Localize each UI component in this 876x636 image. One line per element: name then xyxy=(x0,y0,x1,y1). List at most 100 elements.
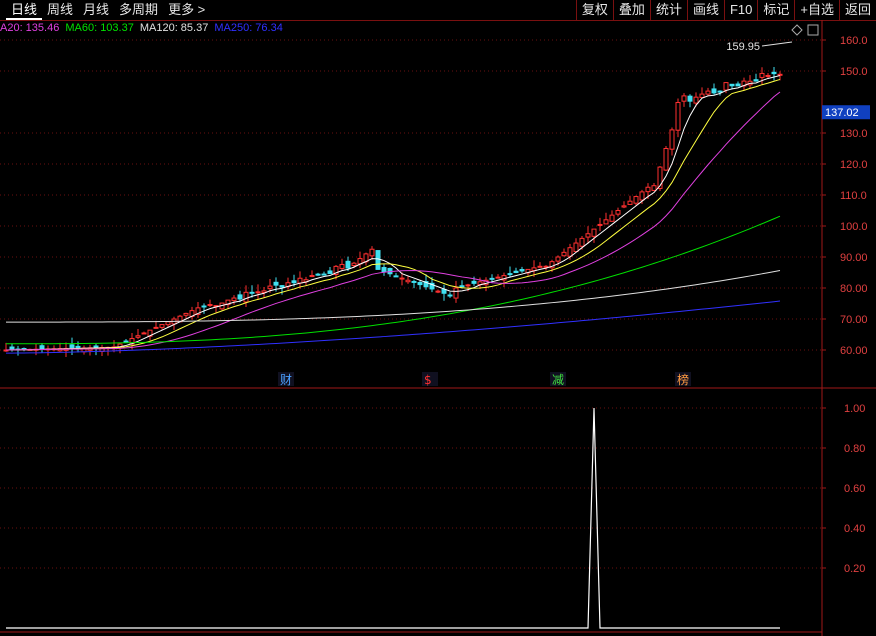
candle-body xyxy=(729,83,735,87)
candle-body xyxy=(339,263,345,269)
candle-body xyxy=(237,294,243,300)
candle-body xyxy=(561,251,567,257)
candle-body xyxy=(597,223,603,226)
candle-body xyxy=(669,129,675,150)
candle-body xyxy=(687,95,693,102)
candle-body xyxy=(717,90,723,93)
candle-body xyxy=(267,285,273,290)
candle-body xyxy=(543,265,549,268)
candle-body xyxy=(39,345,45,350)
candle-body xyxy=(609,214,615,222)
candle-body xyxy=(711,88,717,94)
candle-body xyxy=(93,345,99,349)
candle-body xyxy=(771,71,777,75)
price-tick-label: 80.00 xyxy=(840,283,868,295)
candle-body xyxy=(255,291,261,294)
event-marker-0: 财 xyxy=(280,373,292,387)
candle-body xyxy=(321,273,327,276)
candle-body xyxy=(417,281,423,286)
candle-body xyxy=(153,326,159,329)
ma120-line xyxy=(6,270,781,323)
candle-body xyxy=(585,233,591,238)
price-tick-label: 110.0 xyxy=(840,190,867,202)
candle-body xyxy=(471,280,477,284)
candle-body xyxy=(381,267,387,273)
diamond-icon xyxy=(791,24,803,36)
candle-body xyxy=(183,312,189,316)
high-price-label: 159.95 xyxy=(726,41,760,53)
candle-body xyxy=(693,96,699,104)
candle-body xyxy=(621,205,627,208)
candle-body xyxy=(141,332,147,335)
event-marker-2: 减 xyxy=(552,373,564,387)
candle-body xyxy=(735,83,741,87)
candle-body xyxy=(69,344,75,349)
candle-body xyxy=(435,290,441,293)
candle-body xyxy=(639,191,645,201)
ma5-line xyxy=(5,75,781,351)
candle-body xyxy=(393,275,399,278)
candle-body xyxy=(759,72,765,78)
candle-body xyxy=(273,281,279,286)
indicator-tick-label: 0.60 xyxy=(844,483,865,495)
price-tick-label: 90.00 xyxy=(840,252,868,264)
candle-body xyxy=(123,340,129,343)
price-tick-label: 70.00 xyxy=(840,314,868,326)
candle-body xyxy=(705,90,711,95)
candle-body xyxy=(249,291,255,294)
candle-body xyxy=(681,95,687,102)
candle-body xyxy=(135,335,141,338)
candle-body xyxy=(75,345,81,349)
candle-body xyxy=(777,73,783,76)
candle-body xyxy=(309,275,315,278)
candle-body xyxy=(753,79,759,82)
ma10-line xyxy=(5,78,781,351)
candle-body xyxy=(603,219,609,225)
candle-body xyxy=(447,294,453,297)
indicator-tick-label: 1.00 xyxy=(844,403,865,415)
event-marker-1: $ xyxy=(424,373,432,387)
candle-body xyxy=(369,248,375,257)
indicator-tick-label: 0.80 xyxy=(844,443,865,455)
candle-body xyxy=(573,242,579,253)
price-tick-label: 160.0 xyxy=(840,35,868,47)
price-tick-label: 100.0 xyxy=(840,221,868,233)
candle-body xyxy=(651,185,657,191)
candle-body xyxy=(645,186,651,193)
candle-body xyxy=(315,273,321,276)
indicator-tick-label: 0.40 xyxy=(844,523,865,535)
candle-body xyxy=(495,276,501,279)
ma20-line xyxy=(5,91,781,351)
candle-body xyxy=(459,285,465,288)
kline-chart[interactable]: 160.0 150.0 130.0 120.0 110.0 100.0 90.00 80.00… xyxy=(0,0,876,636)
price-tick-label: 120.0 xyxy=(840,159,868,171)
candle-body xyxy=(291,280,297,284)
candle-body xyxy=(405,279,411,283)
high-price-pointer xyxy=(761,41,793,47)
candle-body xyxy=(159,324,165,328)
candle-body xyxy=(297,277,303,284)
candle-body xyxy=(723,82,729,91)
candle-body xyxy=(351,262,357,266)
candle-body xyxy=(345,260,351,269)
candle-body xyxy=(765,74,771,77)
candle-body xyxy=(537,265,543,268)
price-tick-label: 130.0 xyxy=(840,128,868,140)
candle-body xyxy=(675,102,681,131)
current-price-label: 137.02 xyxy=(825,107,859,119)
indicator-tick-label: 0.20 xyxy=(844,563,865,575)
candle-body xyxy=(507,273,513,276)
indicator-line xyxy=(6,407,780,629)
candle-body xyxy=(567,247,573,257)
candle-body xyxy=(453,287,459,299)
candle-body xyxy=(375,250,381,270)
candle-body xyxy=(519,268,525,272)
candle-body xyxy=(243,291,249,303)
candle-body xyxy=(579,237,585,247)
candle-body xyxy=(411,280,417,283)
candle-body xyxy=(165,321,171,326)
candle-body xyxy=(231,297,237,302)
ma60-line xyxy=(6,215,781,345)
candle-body xyxy=(207,304,213,307)
candle-body xyxy=(699,93,705,98)
